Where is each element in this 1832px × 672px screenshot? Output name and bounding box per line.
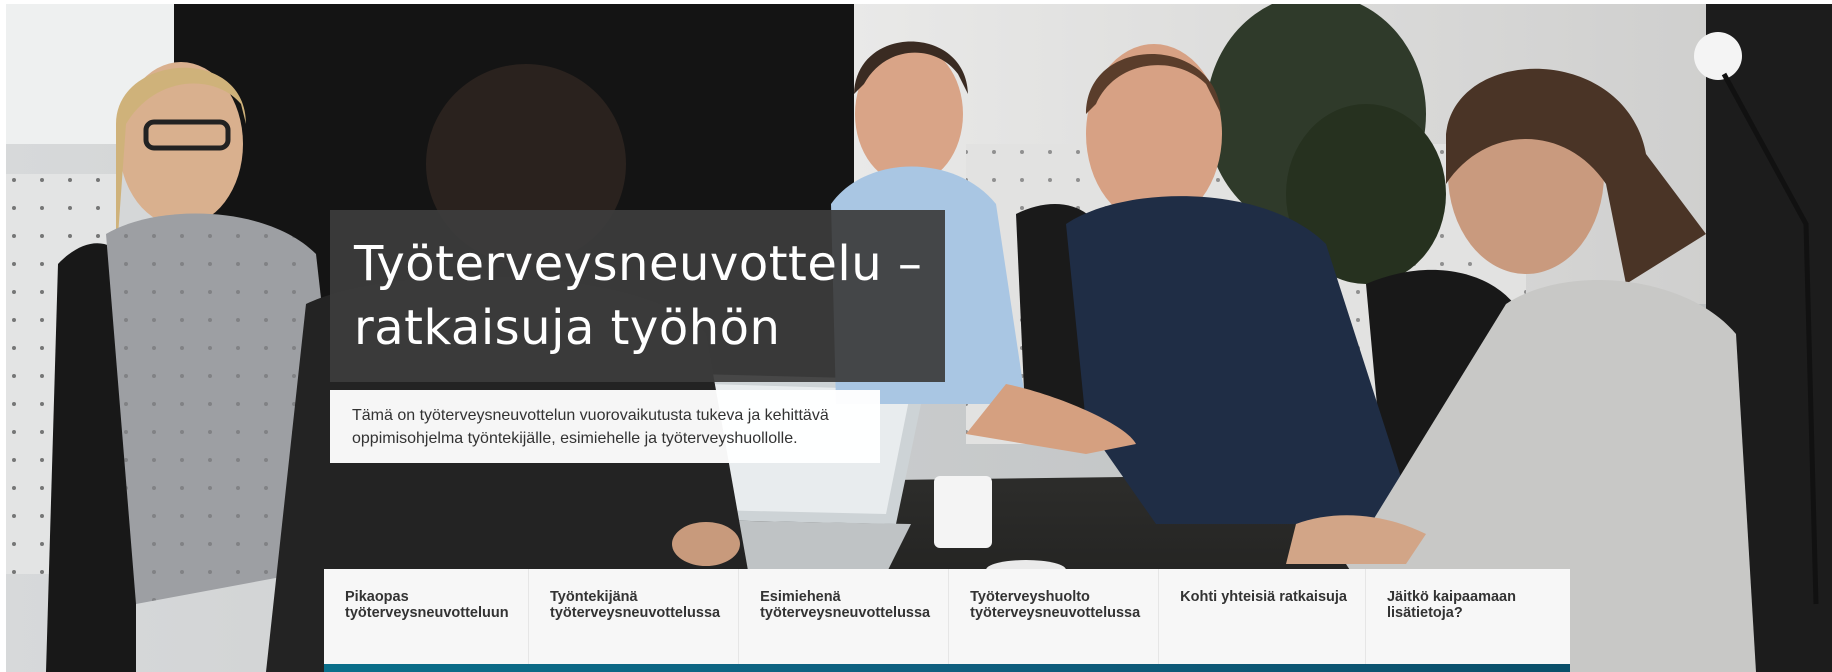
- intro-text-line: oppimisohjelma työntekijälle, esimiehell…: [352, 430, 798, 447]
- nav-item-label: työterveysneuvottelussa: [550, 605, 721, 621]
- nav-accent-bar: [324, 664, 1570, 672]
- nav-item-label: Esimiehenä: [760, 589, 841, 605]
- nav-item-label: Työntekijänä: [550, 589, 638, 605]
- nav-item-supervisor[interactable]: Esimiehenä työterveysneuvottelussa: [739, 569, 950, 664]
- intro-text-line: Tämä on työterveysneuvottelun vuorovaiku…: [352, 407, 829, 424]
- nav-item-label: Kohti yhteisiä ratkaisuja: [1180, 589, 1347, 605]
- nav-item-employee[interactable]: Työntekijänä työterveysneuvottelussa: [529, 569, 740, 664]
- nav-item-shared-solutions[interactable]: Kohti yhteisiä ratkaisuja: [1159, 569, 1366, 664]
- nav-item-label: Pikaopas: [345, 589, 409, 605]
- nav-item-occupational-health[interactable]: Työterveyshuolto työterveysneuvottelussa: [949, 569, 1160, 664]
- page-title-line: Työterveysneuvottelu –: [354, 236, 923, 292]
- intro-text-box: Tämä on työterveysneuvottelun vuorovaiku…: [330, 390, 880, 463]
- nav-item-label: työterveysneuvottelussa: [760, 605, 931, 621]
- nav-item-label: lisätietoja?: [1386, 605, 1463, 621]
- section-navigation: Pikaopas työterveysneuvotteluun Työnteki…: [324, 569, 1571, 664]
- page-title: Työterveysneuvottelu – ratkaisuja työhön: [354, 232, 923, 360]
- nav-item-label: Työterveyshuolto: [970, 589, 1090, 605]
- page-title-line: ratkaisuja työhön: [354, 300, 781, 356]
- nav-item-more-info[interactable]: Jäitkö kaipaamaan lisätietoja?: [1365, 569, 1571, 664]
- hero-title-box: Työterveysneuvottelu – ratkaisuja työhön: [330, 210, 945, 382]
- nav-item-label: työterveysneuvotteluun: [345, 605, 509, 621]
- nav-item-label: Jäitkö kaipaamaan: [1386, 589, 1516, 605]
- nav-item-quick-guide[interactable]: Pikaopas työterveysneuvotteluun: [324, 569, 530, 664]
- nav-item-label: työterveysneuvottelussa: [970, 605, 1141, 621]
